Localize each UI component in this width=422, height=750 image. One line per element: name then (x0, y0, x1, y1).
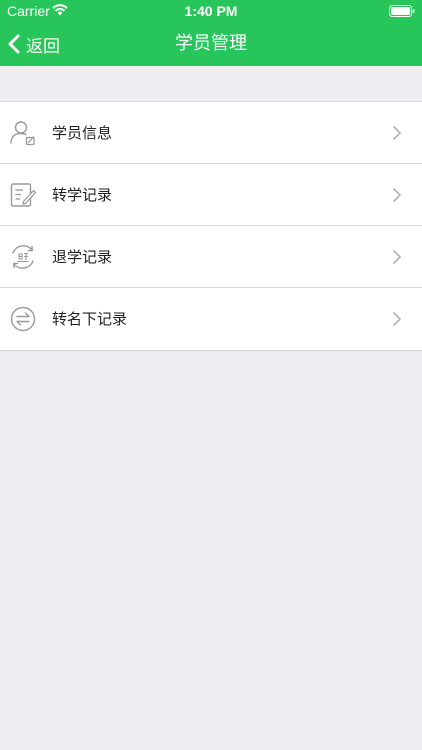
screen: Carrier 1:40 PM 返回 学员管理 学员信息 转学记录 退学记录 转… (0, 0, 422, 750)
chevron-right-icon (393, 126, 401, 140)
withdraw-record-icon (12, 245, 34, 269)
list-item-label: 退学记录 (52, 248, 113, 266)
list-item-withdraw-record[interactable]: 退学记录 (0, 225, 422, 288)
chevron-left-icon (8, 34, 20, 54)
nav-bar: 返回 学员管理 (0, 22, 422, 66)
menu-list: 学员信息 转学记录 退学记录 转名下记录 (0, 101, 422, 351)
list-item-label: 转学记录 (52, 186, 113, 204)
transfer-record-icon (10, 183, 37, 207)
chevron-right-icon (393, 250, 401, 264)
list-item-label: 学员信息 (52, 124, 113, 142)
page-title: 学员管理 (175, 33, 247, 54)
ownership-transfer-icon (10, 306, 36, 332)
list-item-transfer-record[interactable]: 转学记录 (0, 163, 422, 226)
student-info-icon (10, 121, 35, 146)
battery-icon (389, 5, 415, 17)
back-label: 返回 (26, 36, 60, 57)
chevron-right-icon (393, 188, 401, 202)
header: Carrier 1:40 PM 返回 学员管理 (0, 0, 422, 66)
back-button[interactable]: 返回 (8, 22, 60, 66)
list-item-student-info[interactable]: 学员信息 (0, 102, 422, 164)
list-item-ownership-transfer[interactable]: 转名下记录 (0, 287, 422, 350)
status-bar: Carrier 1:40 PM (0, 0, 422, 22)
status-time: 1:40 PM (184, 3, 238, 19)
list-item-label: 转名下记录 (52, 310, 128, 328)
chevron-right-icon (393, 312, 401, 326)
